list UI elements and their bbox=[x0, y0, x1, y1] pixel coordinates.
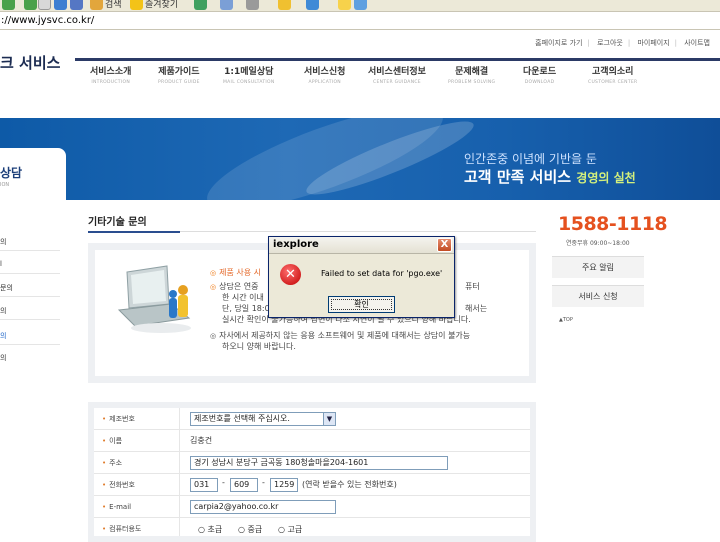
util-link-logout[interactable]: 로그아웃 bbox=[597, 39, 623, 47]
left-menu-item[interactable]: l bbox=[0, 260, 2, 268]
page-title: 기타기술 문의 bbox=[88, 217, 147, 228]
form-row-phone: • 전화번호 031 - 609 - 1259 (연락 받을수 있는 전화번호) bbox=[94, 474, 530, 496]
phone-mid-input[interactable]: 609 bbox=[230, 478, 258, 492]
left-menu-item[interactable]: 의 bbox=[0, 306, 6, 316]
nav-item-mail-consultation[interactable]: 1:1메일상담 MAIL CONSULTATION bbox=[223, 64, 275, 85]
form-label: 전화번호 bbox=[109, 481, 135, 489]
address-bar[interactable]: ://www.jysvc.co.kr/ bbox=[0, 12, 720, 30]
search-icon[interactable] bbox=[90, 0, 103, 10]
error-dialog: iexplore X ✕ Failed to set data for 'pgo… bbox=[268, 236, 455, 318]
dash: - bbox=[262, 478, 265, 487]
form-row-level: • 컴퓨터용도 ○ 초급 ○ 중급 ○ 고급 bbox=[94, 518, 530, 536]
nav-item-introduction[interactable]: 서비스소개 INTRODUCTION bbox=[90, 64, 131, 85]
nav-item-product-guide[interactable]: 제품가이드 PRODUCT GUIDE bbox=[158, 64, 200, 85]
form-row-serial: • 제조번호 제조번호를 선택해 주십시오. ▼ bbox=[94, 408, 530, 430]
menu-divider bbox=[0, 319, 60, 320]
top-button[interactable]: ▲TOP bbox=[559, 317, 573, 323]
browser-toolbar: 검색 즐겨찾기 bbox=[0, 0, 720, 12]
notice-heading: ◎ 제품 사용 시 bbox=[210, 268, 261, 277]
search-label[interactable]: 검색 bbox=[105, 0, 122, 10]
notice-text: 단, 당일 18:0 bbox=[222, 304, 270, 313]
left-menu-item-active[interactable]: 의 bbox=[0, 331, 6, 341]
notice-text: 한 시간 이내 bbox=[222, 293, 264, 302]
close-icon[interactable]: X bbox=[437, 238, 452, 252]
util-links: 홈페이지로 가기 | 로그아웃 | 마이페이지 | 사이트맵 bbox=[535, 39, 710, 47]
level-radio[interactable]: ○ 초급 bbox=[198, 524, 222, 535]
menu-divider bbox=[0, 296, 60, 297]
stop-icon[interactable] bbox=[38, 0, 51, 10]
service-apply-button[interactable]: 서비스 신청 bbox=[552, 285, 644, 307]
util-link-mypage[interactable]: 마이페이지 bbox=[637, 39, 669, 47]
left-menu-item[interactable]: 의 bbox=[0, 353, 6, 363]
form-row-name: • 이름 김충건 bbox=[94, 430, 530, 452]
folder-icon[interactable] bbox=[278, 0, 291, 10]
phone-area-input[interactable]: 031 bbox=[190, 478, 218, 492]
nav-divider bbox=[75, 58, 720, 61]
print-icon[interactable] bbox=[246, 0, 259, 10]
favorites-label[interactable]: 즐겨찾기 bbox=[145, 0, 178, 10]
title-underline bbox=[88, 231, 180, 233]
menu-divider bbox=[0, 344, 60, 345]
discuss-icon[interactable] bbox=[354, 0, 367, 10]
chevron-down-icon[interactable]: ▼ bbox=[323, 413, 335, 425]
edit-icon[interactable] bbox=[338, 0, 351, 10]
messenger-icon[interactable] bbox=[306, 0, 319, 10]
dialog-message: Failed to set data for 'pgo.exe' bbox=[321, 269, 443, 278]
left-menu-item[interactable]: 의 bbox=[0, 237, 6, 247]
level-radio[interactable]: ○ 고급 bbox=[278, 524, 302, 535]
ok-button[interactable]: 확인 bbox=[328, 296, 395, 313]
computer-illustration-icon bbox=[117, 265, 191, 333]
hero-banner: 인간존중 이념에 기반을 둔 고객 만족 서비스 경영의 실천 bbox=[0, 118, 720, 200]
util-link-sitemap[interactable]: 사이트맵 bbox=[684, 39, 710, 47]
error-icon: ✕ bbox=[280, 264, 301, 285]
nav-item-download[interactable]: 다운로드 DOWNLOAD bbox=[523, 64, 556, 85]
level-radio[interactable]: ○ 중급 bbox=[238, 524, 262, 535]
nav-item-center-guidance[interactable]: 서비스센터정보 CENTER GUIDANCE bbox=[368, 64, 426, 85]
name-value: 김충건 bbox=[190, 436, 213, 445]
left-menu-item[interactable]: 문의 bbox=[0, 283, 13, 293]
form-row-email: • E-mail carpia2@yahoo.co.kr bbox=[94, 496, 530, 518]
banner-slogan-2: 고객 만족 서비스 경영의 실천 bbox=[464, 168, 636, 186]
nav-item-problem-solving[interactable]: 문제해결 PROBLEM SOLVING bbox=[448, 64, 495, 85]
form-label: 제조번호 bbox=[109, 415, 135, 423]
phone-number: 1588-1118 bbox=[558, 213, 668, 235]
nav-item-customer-center[interactable]: 고객의소리 CUSTOMER CENTER bbox=[588, 64, 637, 85]
history-icon[interactable] bbox=[194, 0, 207, 10]
email-input[interactable]: carpia2@yahoo.co.kr bbox=[190, 500, 336, 514]
home-icon[interactable] bbox=[70, 0, 83, 10]
refresh-icon[interactable] bbox=[54, 0, 67, 10]
menu-divider bbox=[0, 250, 60, 251]
dash: - bbox=[222, 478, 225, 487]
dialog-titlebar[interactable]: iexplore X bbox=[269, 237, 454, 254]
inquiry-form: • 제조번호 제조번호를 선택해 주십시오. ▼ • 이름 김충건 • 주소 경기 성남… bbox=[88, 402, 536, 542]
form-label: 이름 bbox=[109, 437, 123, 445]
address-input[interactable]: 경기 성남시 분당구 금곡동 180청솔마을204-1601 bbox=[190, 456, 448, 470]
notice-text: 하오니 양해 바랍니다. bbox=[222, 342, 296, 351]
notice-text: 퓨터 bbox=[465, 282, 480, 291]
favorites-icon[interactable] bbox=[130, 0, 143, 10]
form-label: E-mail bbox=[109, 503, 132, 511]
form-row-address: • 주소 경기 성남시 분당구 금곡동 180청솔마을204-1601 bbox=[94, 452, 530, 474]
nav-item-application[interactable]: 서비스신청 APPLICATION bbox=[304, 64, 345, 85]
section-title: 상담 bbox=[0, 166, 23, 180]
util-link-home[interactable]: 홈페이지로 가기 bbox=[535, 39, 582, 47]
site-header: 홈페이지로 가기 | 로그아웃 | 마이페이지 | 사이트맵 크 서비스 서비스소개 I… bbox=[0, 30, 720, 118]
phone-last-input[interactable]: 1259 bbox=[270, 478, 298, 492]
form-label: 컴퓨터용도 bbox=[109, 525, 142, 533]
dialog-title: iexplore bbox=[273, 239, 319, 250]
section-subtitle: ION bbox=[0, 182, 10, 188]
site-logo[interactable]: 크 서비스 bbox=[0, 52, 60, 73]
notice-text: 해서는 bbox=[465, 304, 488, 313]
forward-icon[interactable] bbox=[24, 0, 37, 10]
serial-select[interactable]: 제조번호를 선택해 주십시오. ▼ bbox=[190, 412, 336, 426]
notice-button[interactable]: 주요 알림 bbox=[552, 256, 644, 278]
mail-icon[interactable] bbox=[220, 0, 233, 10]
back-icon[interactable] bbox=[2, 0, 15, 10]
service-hours: 연중무휴 09:00~18:00 bbox=[566, 240, 630, 247]
form-label: 주소 bbox=[109, 459, 123, 467]
phone-note: (연락 받을수 있는 전화번호) bbox=[302, 480, 397, 489]
section-tab: 상담 ION bbox=[0, 148, 66, 200]
menu-divider bbox=[0, 273, 60, 274]
banner-slogan-1: 인간존중 이념에 기반을 둔 bbox=[464, 152, 597, 166]
